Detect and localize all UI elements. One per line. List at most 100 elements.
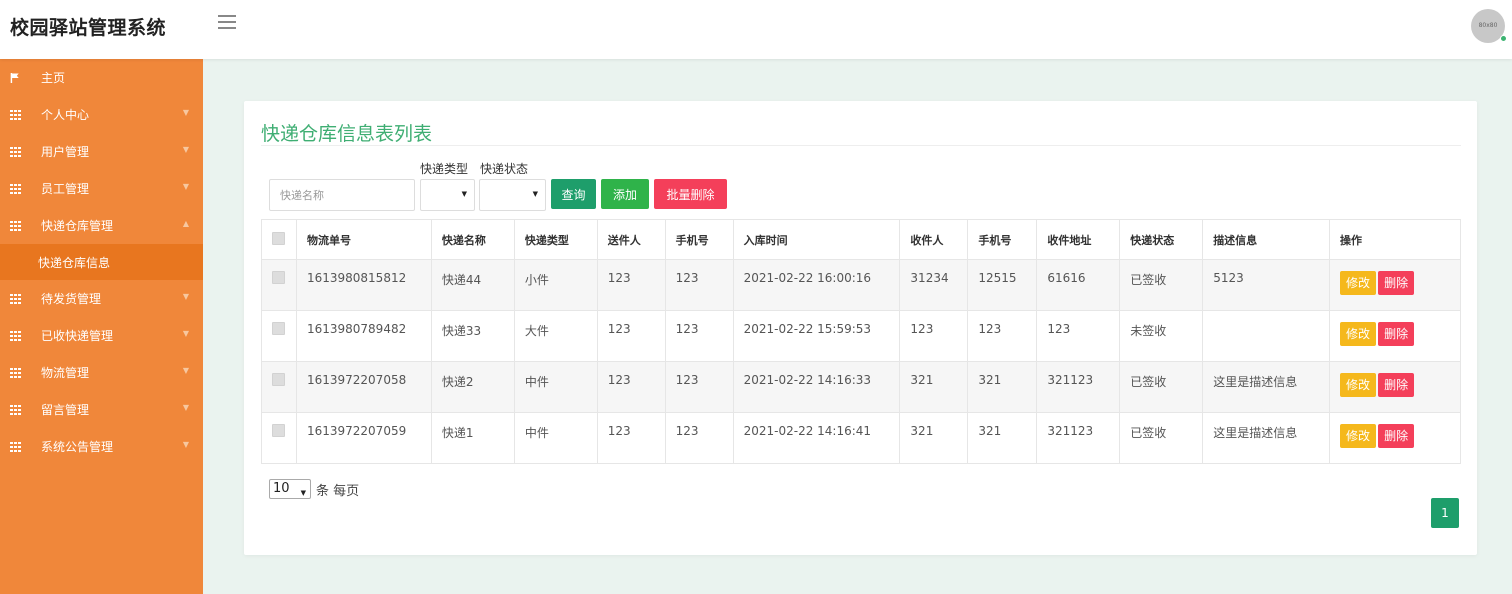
sidebar-subitem-warehouse-info[interactable]: 快递仓库信息: [0, 244, 203, 280]
column-header: 描述信息: [1202, 219, 1331, 260]
grid-icon: [10, 183, 21, 194]
grid-icon: [10, 220, 21, 231]
column-header: 送件人: [596, 219, 666, 260]
table-cell: 321: [967, 412, 1038, 464]
column-header: 入库时间: [732, 219, 901, 260]
table-cell: 快递2: [430, 361, 515, 413]
chevron-down-icon: ▼: [182, 440, 189, 449]
delete-button[interactable]: 删除: [1378, 322, 1415, 346]
edit-button[interactable]: 修改: [1340, 424, 1377, 448]
column-header: 手机号: [967, 219, 1038, 260]
sidebar-item-label: 主页: [41, 71, 66, 85]
column-header: 物流单号: [295, 219, 432, 260]
row-checkbox[interactable]: [272, 322, 285, 335]
sidebar-item-logistics[interactable]: 物流管理 ▼: [0, 354, 203, 391]
table-cell: 321: [899, 361, 969, 413]
table-row: 1613980815812 快递44 小件 123 123 2021-02-22…: [261, 259, 1461, 311]
table-cell: 未签收: [1119, 310, 1204, 362]
table-cell: 这里是描述信息: [1202, 361, 1331, 413]
edit-button[interactable]: 修改: [1340, 322, 1377, 346]
chevron-down-icon: ▼: [182, 292, 189, 301]
edit-button[interactable]: 修改: [1340, 271, 1377, 295]
row-checkbox[interactable]: [272, 424, 285, 437]
page-title: 快递仓库信息表列表: [261, 123, 433, 145]
row-checkbox-cell: [261, 259, 297, 311]
table-cell: 123: [664, 310, 734, 362]
sidebar-item-label: 待发货管理: [41, 292, 102, 306]
chevron-up-icon: ▲: [182, 219, 189, 228]
sidebar-item-warehouse[interactable]: 快递仓库管理 ▲: [0, 207, 203, 244]
table-row: 1613972207058 快递2 中件 123 123 2021-02-22 …: [261, 361, 1461, 413]
delete-button[interactable]: 删除: [1378, 424, 1415, 448]
delete-button[interactable]: 删除: [1378, 271, 1415, 295]
table-cell: 已签收: [1119, 259, 1204, 311]
column-header: 快递状态: [1119, 219, 1204, 260]
chevron-down-icon: ▼: [182, 403, 189, 412]
delete-button[interactable]: 删除: [1378, 373, 1415, 397]
divider: [261, 145, 1461, 146]
grid-icon: [10, 109, 21, 120]
actions-cell: 修改 删除: [1329, 361, 1461, 413]
sidebar-item-pending-shipment[interactable]: 待发货管理 ▼: [0, 280, 203, 317]
sidebar-item-label: 已收快递管理: [41, 329, 114, 343]
table-cell: 123: [899, 310, 969, 362]
sidebar-item-messages[interactable]: 留言管理 ▼: [0, 391, 203, 428]
search-input[interactable]: [269, 179, 415, 211]
online-status-dot: [1500, 35, 1507, 42]
status-select[interactable]: ▼: [479, 179, 546, 211]
query-button[interactable]: 查询: [551, 179, 596, 209]
table-cell: 快递1: [430, 412, 515, 464]
table-cell: 这里是描述信息: [1202, 412, 1331, 464]
row-checkbox[interactable]: [272, 271, 285, 284]
sidebar-item-received[interactable]: 已收快递管理 ▼: [0, 317, 203, 354]
sidebar-item-staff[interactable]: 员工管理 ▼: [0, 170, 203, 207]
table-row: 1613972207059 快递1 中件 123 123 2021-02-22 …: [261, 412, 1461, 464]
table-cell: 123: [596, 361, 666, 413]
menu-toggle-icon[interactable]: [218, 15, 236, 31]
table-cell: 1613980789482: [295, 310, 432, 362]
sidebar-item-label: 物流管理: [41, 366, 90, 380]
sidebar-item-label: 系统公告管理: [41, 440, 114, 454]
edit-button[interactable]: 修改: [1340, 373, 1377, 397]
sidebar-item-label: 用户管理: [41, 145, 90, 159]
page-size-select[interactable]: 10 ▼: [269, 479, 311, 499]
sidebar-item-personal-center[interactable]: 个人中心 ▼: [0, 96, 203, 133]
table-cell: 已签收: [1119, 412, 1204, 464]
table-cell: 5123: [1202, 259, 1331, 311]
actions-cell: 修改 删除: [1329, 310, 1461, 362]
sidebar-item-users[interactable]: 用户管理 ▼: [0, 133, 203, 170]
top-header: 校园驿站管理系统 80x80: [0, 0, 1512, 59]
table-cell: 123: [664, 412, 734, 464]
type-select[interactable]: ▼: [420, 179, 475, 211]
chevron-down-icon: ▼: [461, 190, 467, 198]
row-checkbox-cell: [261, 310, 297, 362]
data-table: 物流单号 快递名称 快递类型 送件人 手机号 入库时间 收件人 手机号 收件地址…: [261, 219, 1461, 464]
type-filter-label: 快递类型: [420, 162, 469, 176]
chevron-down-icon: ▼: [182, 145, 189, 154]
main-panel: 快递仓库信息表列表 快递类型 快递状态 ▼ ▼ 查询 添加 批量删除 物流单号 …: [244, 101, 1477, 555]
chevron-down-icon: ▼: [532, 190, 538, 198]
row-checkbox-cell: [261, 412, 297, 464]
sidebar-item-label: 员工管理: [41, 182, 90, 196]
table-cell: 大件: [513, 310, 598, 362]
add-button[interactable]: 添加: [601, 179, 649, 209]
table-cell: 61616: [1036, 259, 1121, 311]
table-cell: 2021-02-22 14:16:33: [732, 361, 901, 413]
table-cell: 123: [1036, 310, 1121, 362]
grid-icon: [10, 293, 21, 304]
chevron-down-icon: ▼: [300, 489, 306, 497]
app-title: 校园驿站管理系统: [10, 17, 167, 39]
table-cell: 321123: [1036, 361, 1121, 413]
sidebar-item-announcements[interactable]: 系统公告管理 ▼: [0, 428, 203, 465]
sidebar: 主页 个人中心 ▼ 用户管理 ▼ 员工管理 ▼ 快递仓库管理 ▲ 快递仓库信息 …: [0, 59, 203, 594]
table-cell: 321: [899, 412, 969, 464]
table-cell: 2021-02-22 15:59:53: [732, 310, 901, 362]
chevron-down-icon: ▼: [182, 329, 189, 338]
table-cell: 123: [664, 259, 734, 311]
pagination-page-1[interactable]: 1: [1431, 498, 1459, 528]
row-checkbox[interactable]: [272, 373, 285, 386]
select-all-checkbox[interactable]: [272, 231, 285, 245]
sidebar-item-home[interactable]: 主页: [0, 59, 203, 96]
chevron-down-icon: ▼: [182, 182, 189, 191]
batch-delete-button[interactable]: 批量删除: [654, 179, 727, 209]
